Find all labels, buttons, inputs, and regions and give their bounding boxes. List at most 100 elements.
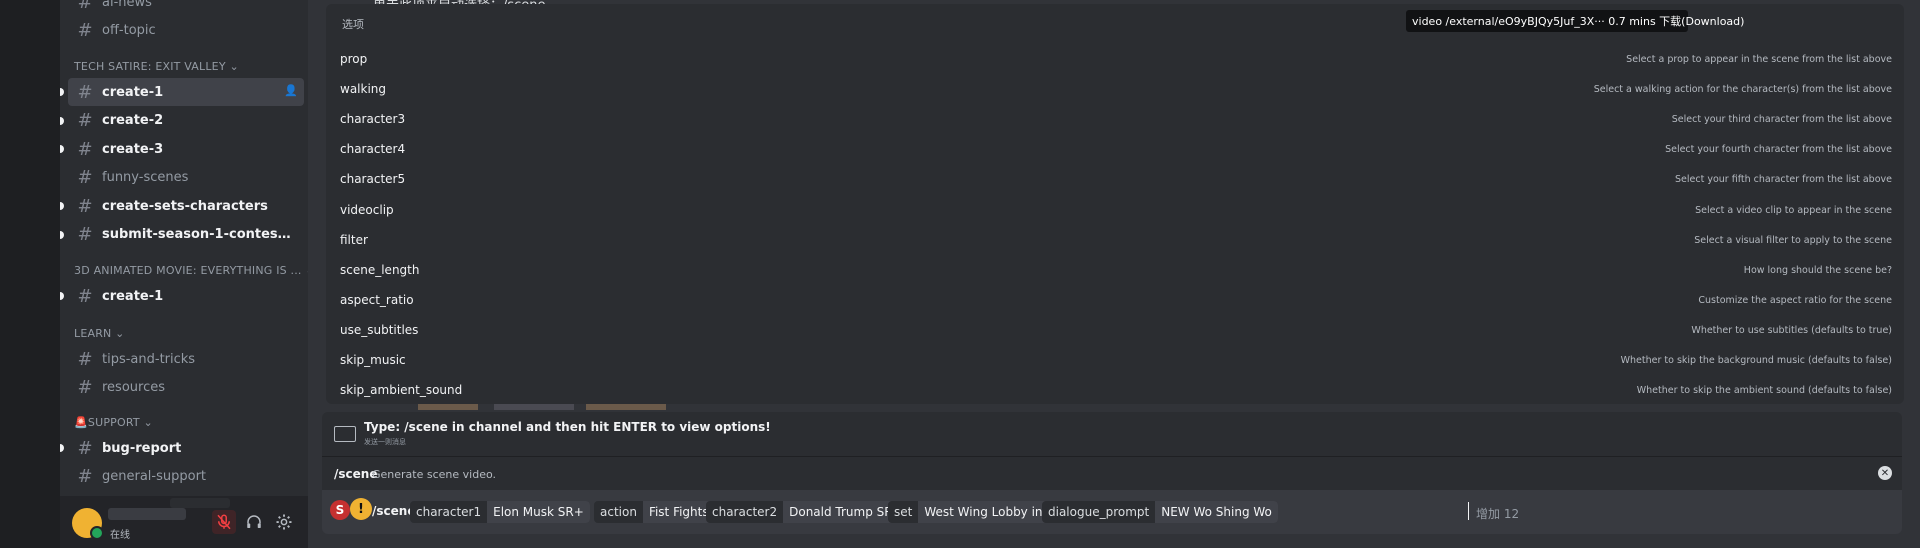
option-item[interactable]: skip_ambient_sound Whether to skip the am… [326,375,1904,405]
channel-item[interactable]: # ai-news [68,0,304,16]
option-item[interactable]: walking Select a walking action for the c… [326,74,1904,104]
hash-icon: # [77,348,93,370]
command-description: Generate scene video. [372,468,497,481]
video-thumbnails [418,404,678,410]
option-description: Whether to skip the ambient sound (defau… [1636,385,1892,397]
unread-indicator [60,88,64,96]
user-panel: 在线 [60,496,308,548]
hash-icon: # [77,0,93,13]
command-info-bar: /scene Generate scene video. ✕ [322,456,1902,491]
category-header[interactable]: 3D ANIMATED MOVIE: EVERYTHING IS ... ⌄ [74,264,315,277]
option-description: Select a video clip to appear in the sce… [1695,204,1892,216]
chevron-down-icon: ⌄ [225,60,239,73]
channel-item[interactable]: # funny-scenes [68,164,304,192]
hash-icon: # [77,466,93,487]
channel-name: create-3 [102,141,164,157]
option-key: aspect_ratio [340,292,414,307]
channel-name: create-sets-characters [102,198,268,214]
invite-icon[interactable]: 👤 [284,84,298,98]
parameter-key: dialogue_prompt [1048,505,1150,519]
channel-item[interactable]: # create-sets-characters [60,192,304,220]
headphones-icon [247,515,261,528]
video-tooltip: video /external/eO9yBJQy5Juf_3X··· 0.7 m… [1406,10,1744,32]
option-key: filter [340,232,368,247]
unread-indicator [60,116,64,125]
channel-item[interactable]: # tips-and-tricks [68,345,304,373]
category-header[interactable]: LEARN ⌄ [74,327,125,340]
parameter-value: Fist Fights [642,501,715,523]
username-redacted [108,508,186,520]
parameter-chip[interactable]: dialogue_prompt NEW Wo Shing Wo [1042,501,1278,523]
command-name: /scene [334,467,378,481]
parameter-chip[interactable]: character1 Elon Musk SR+ [410,501,590,523]
unread-indicator [60,292,64,300]
chevron-down-icon: ⌄ [111,327,125,340]
options-popup: 选项 prop Select a prop to appear in the sc… [326,4,1904,404]
option-item[interactable]: scene_length How long should the scene be… [326,255,1904,285]
option-item[interactable]: use_subtitles Whether to use subtitles (d… [326,315,1904,345]
user-status: 在线 [110,530,130,541]
channel-item[interactable]: # resources [68,374,304,402]
parameter-chip[interactable]: action Fist Fights [594,501,715,523]
hash-icon: # [77,377,93,398]
option-description: Whether to skip the background music (de… [1620,355,1892,366]
option-description: Select your third character from the lis… [1671,114,1892,126]
hint-banner: Type: /scene in channel and then hit ENT… [322,412,1902,456]
channel-item[interactable]: # submit-season-1-contest-candi... [60,221,304,249]
option-item[interactable]: prop Select a prop to appear in the scene… [326,44,1904,74]
parameter-key: character1 [416,505,482,519]
deafen-button[interactable] [242,510,266,534]
channel-name: create-2 [102,113,164,128]
more-options-count[interactable]: 增加 12 [1476,505,1519,522]
option-item[interactable]: skip_music Whether to skip the background… [326,345,1904,375]
warning-icon: ! [350,498,372,520]
channel-sidebar: # ai-news # off-topic TECH SATIRE: EXIT VALL… [60,0,315,548]
hash-icon: # [77,20,93,41]
option-item[interactable]: character3 Select your third character fr… [326,104,1904,134]
channel-item[interactable]: # bug-report [60,434,304,462]
option-key: scene_length [340,262,420,277]
category-header[interactable]: TECH SATIRE: EXIT VALLEY ⌄ [74,60,239,73]
option-item[interactable]: character5 Select your fifth character fr… [326,164,1904,194]
channel-item[interactable]: # create-2 [60,107,304,135]
hint-title: Type: /scene in channel and then hit ENT… [364,420,771,434]
option-description: Select a prop to appear in the scene fro… [1626,54,1892,65]
option-key: skip_ambient_sound [340,383,463,398]
unread-indicator [60,230,64,239]
close-icon[interactable]: ✕ [1878,466,1892,480]
option-description: Whether to use subtitles (defaults to tr… [1691,324,1892,336]
channel-item[interactable]: # create-3 [60,135,304,163]
option-item[interactable]: filter Select a visual filter to apply to… [326,225,1904,255]
slash-command: /scene [372,504,416,518]
option-key: walking [340,82,387,97]
channel-name: ai-news [102,0,152,10]
option-description: Select a walking action for the characte… [1593,84,1892,96]
channel-name: off-topic [102,23,156,38]
channel-item[interactable]: # create-1 [60,282,304,310]
parameter-value: Elon Musk SR+ [487,501,590,523]
chevron-down-icon: ⌄ [139,416,153,429]
channel-item[interactable]: # general-support [68,463,304,491]
channel-name: general-support [102,469,207,484]
parameter-chip[interactable]: character2 Donald Trump SR+ [706,501,909,523]
option-key: prop [340,52,368,66]
option-item[interactable]: videoclip Select a video clip to appear i… [326,195,1904,225]
hash-icon: # [77,167,93,188]
channel-item[interactable]: # create-1 👤 [60,78,304,106]
option-key: character4 [340,142,406,157]
message-input[interactable]: S ! /scene 增加 12 character1 Elon Musk SR+… [322,490,1902,534]
option-item[interactable]: aspect_ratio Customize the aspect ratio f… [326,285,1904,315]
avatar[interactable] [72,508,104,540]
channel-name: create-1 [102,288,164,304]
option-item[interactable]: character4 Select your fourth character f… [326,134,1904,164]
option-description: How long should the scene be? [1743,264,1892,276]
option-key: character5 [340,172,406,187]
option-key: character3 [340,112,406,127]
channel-item[interactable]: # off-topic [68,17,304,45]
option-description: Select a visual filter to apply to the s… [1694,234,1892,246]
user-settings-button[interactable] [272,510,296,534]
mute-button[interactable] [212,510,236,534]
option-key: videoclip [340,202,394,217]
channel-name: create-1 [102,84,164,100]
category-header[interactable]: 🚨SUPPORT ⌄ [74,416,153,429]
